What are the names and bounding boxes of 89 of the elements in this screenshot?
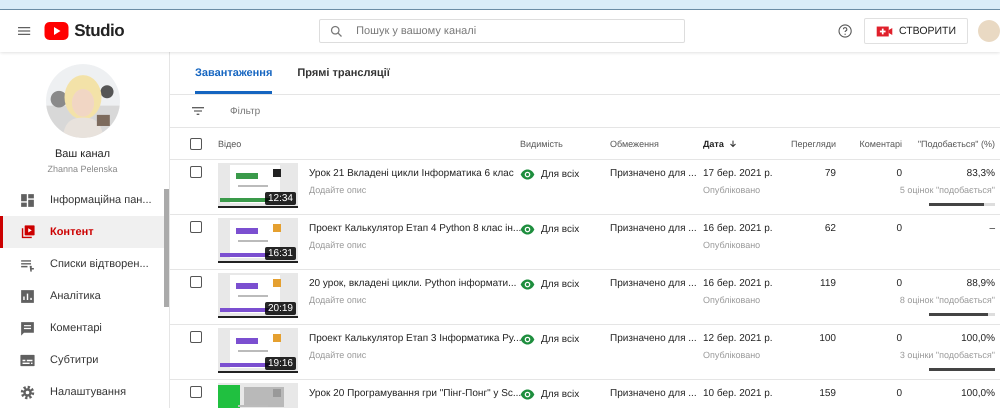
sidebar-item[interactable]: Коментарі [0,312,165,344]
filter-field[interactable]: Фільтр [228,104,432,118]
date-text: 16 бер. 2021 р. [703,278,774,289]
column-header[interactable]: Відео [218,138,520,148]
visibility-text[interactable]: Для всіх [541,334,580,345]
comments-count: 0 [895,168,902,179]
logo-text: Studio [74,21,124,41]
status-text: Опубліковано [703,295,762,305]
comments-count: 0 [895,388,902,399]
checkbox[interactable] [190,276,202,288]
date-text: 17 бер. 2021 р. [703,168,774,179]
checkbox[interactable] [190,221,202,233]
eye-icon [520,167,535,182]
video-title[interactable]: Урок 21 Вкладені цикли Інформатика 6 клас [309,168,520,179]
likes-count: 3 оцінки "подобається" [900,350,995,360]
column-header[interactable]: Перегляди [783,138,836,148]
status-text: Опубліковано [703,350,762,360]
video-title[interactable]: Урок 20 Програмування гри "Пінг-Понг" у Sc... [309,388,520,399]
likes-count: 8 оцінок "подобається" [900,295,995,305]
views-count: 119 [819,278,836,289]
date-text: 10 бер. 2021 р. [703,388,774,399]
date-text: 16 бер. 2021 р. [703,223,774,234]
column-header[interactable]: Видимість [520,138,610,148]
restrictions-text: Призначено для ... [610,278,698,289]
channel-title: Ваш канал [54,148,112,160]
eye-icon [520,222,535,237]
checkbox[interactable] [190,138,202,150]
eye-icon [520,387,535,402]
sidebar-item[interactable]: Налаштування [0,376,165,408]
gear-icon [19,384,36,400]
views-count: 159 [818,388,836,399]
comments-count: 0 [895,278,902,289]
comments-count: 0 [895,333,902,344]
eye-icon [520,332,535,347]
column-header[interactable]: Обмеження [610,138,703,148]
video-title[interactable]: Проект Калькулятор Етап 3 Інформатика Py... [309,333,520,344]
restrictions-text: Призначено для ... [610,388,698,399]
status-text: Опубліковано [703,185,762,195]
restrictions-text: Призначено для ... [610,223,698,234]
sidebar-item[interactable]: Інформаційна пан... [0,184,165,216]
visibility-text[interactable]: Для всіх [541,279,580,290]
comment-icon [19,320,36,336]
video-duration: 16:31 [264,247,296,260]
channel-name: Zhanna Pelenska [46,164,119,174]
sidebar-item[interactable]: Аналітика [0,280,165,312]
video-duration: 12:34 [264,192,296,205]
visibility-text[interactable]: Для всіх [541,224,580,235]
checkbox[interactable] [190,166,202,178]
column-header[interactable]: Дата [703,138,783,148]
help-icon[interactable] [836,22,854,40]
video-duration: 20:19 [264,302,296,315]
video-title[interactable]: 20 урок, вкладені цикли. Python інформати... [309,278,520,289]
search-field[interactable]: Пошук у вашому каналі [319,19,685,43]
likes-percent: 83,3% [966,168,995,179]
create-button[interactable]: СТВОРИТИ [864,18,968,44]
sort-down-arrow-icon[interactable] [728,138,738,148]
views-count: 62 [824,223,836,234]
search-icon [329,24,344,39]
date-text: 12 бер. 2021 р. [703,333,774,344]
column-header[interactable]: "Подобається" (%) [902,138,995,148]
tab[interactable]: Прямі трансляції [297,52,390,94]
likes-count: 5 оцінок "подобається" [900,185,995,195]
likes-percent: 88,9% [966,278,995,289]
dashboard-icon [19,192,36,208]
video-duration: 19:16 [264,357,296,370]
likes-percent: 100,0% [961,388,995,399]
checkbox[interactable] [190,386,202,398]
play-logo-icon [42,19,72,43]
views-count: 79 [824,168,836,179]
sidebar-item[interactable]: Контент [0,216,165,248]
sidebar-item[interactable]: Списки відтворен... [0,248,165,280]
visibility-text[interactable]: Для всіх [541,389,580,400]
restrictions-text: Призначено для ... [610,168,698,179]
visibility-text[interactable]: Для всіх [541,169,580,180]
views-count: 100 [818,333,836,344]
status-text: Опубліковано [703,240,762,250]
restrictions-text: Призначено для ... [610,333,698,344]
bar-chart-icon [19,288,36,304]
tab[interactable]: Завантаження [195,52,272,94]
eye-icon [520,277,535,292]
checkbox[interactable] [190,331,202,343]
scrollbar[interactable] [164,189,169,307]
likes-percent: – [989,223,995,234]
column-header[interactable]: Коментарі [836,138,902,148]
video-title[interactable]: Проект Калькулятор Етап 4 Python 8 клас ін... [309,223,520,234]
sidebar-item[interactable]: Субтитри [0,344,165,376]
video-library-icon [19,224,36,240]
likes-percent: 100,0% [961,333,995,344]
comments-count: 0 [895,223,902,234]
